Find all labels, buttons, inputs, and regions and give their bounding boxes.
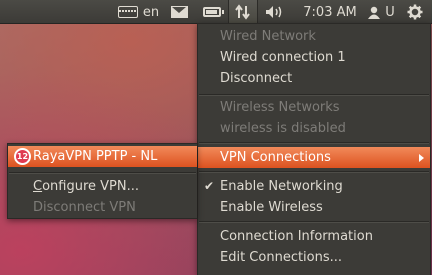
volume-icon[interactable] bbox=[262, 0, 288, 24]
mail-icon[interactable] bbox=[169, 0, 189, 24]
battery-icon[interactable] bbox=[200, 0, 224, 24]
wireless-networks-header: Wireless Networks bbox=[220, 100, 340, 115]
enable-networking-item[interactable]: ✔ Enable Networking bbox=[198, 176, 430, 197]
user-icon[interactable] bbox=[366, 0, 382, 24]
network-menu: Wired Network Wired connection 1 Disconn… bbox=[197, 23, 431, 275]
menu-separator bbox=[199, 171, 429, 173]
network-icon[interactable] bbox=[228, 0, 258, 24]
enable-wireless-item[interactable]: Enable Wireless bbox=[198, 197, 430, 218]
clock[interactable]: 7:03 AM bbox=[300, 0, 360, 24]
menu-separator bbox=[199, 221, 429, 223]
network-arrows-icon bbox=[235, 4, 250, 20]
edit-connections-item[interactable]: Edit Connections... bbox=[198, 247, 430, 268]
vpn-submenu: 12 RayaVPN PPTP - NL Configure VPN... Di… bbox=[7, 143, 197, 219]
connection-information-item[interactable]: Connection Information bbox=[198, 226, 430, 247]
gear-icon[interactable] bbox=[404, 0, 426, 24]
wireless-disabled-label: wireless is disabled bbox=[220, 121, 346, 136]
enable-networking-label: Enable Networking bbox=[220, 179, 343, 194]
vpn-connections-label: VPN Connections bbox=[220, 150, 331, 165]
configure-vpn-mnemonic: C bbox=[33, 179, 43, 194]
keyboard-icon[interactable] bbox=[117, 0, 139, 24]
disconnect-item[interactable]: Disconnect bbox=[198, 68, 430, 89]
user-name[interactable]: U bbox=[383, 0, 397, 24]
configure-vpn-label: onfigure VPN... bbox=[42, 179, 139, 194]
menu-separator bbox=[199, 94, 429, 96]
submenu-arrow-icon bbox=[419, 154, 424, 162]
wired-connection-item[interactable]: Wired connection 1 bbox=[198, 47, 430, 68]
vpn-connection-label: RayaVPN PPTP - NL bbox=[33, 149, 158, 164]
configure-vpn-item[interactable]: Configure VPN... bbox=[8, 176, 197, 197]
wired-network-header: Wired Network bbox=[220, 29, 316, 44]
checkmark-icon: ✔ bbox=[204, 179, 215, 193]
keyboard-layout-label[interactable]: en bbox=[141, 0, 161, 24]
top-panel: en 7:03 AM U bbox=[0, 0, 432, 24]
vpn-icon: 12 bbox=[14, 148, 31, 165]
menu-separator bbox=[199, 142, 429, 144]
disconnect-vpn-item: Disconnect VPN bbox=[33, 200, 136, 215]
menu-separator bbox=[9, 172, 196, 174]
vpn-connections-item[interactable]: VPN Connections bbox=[198, 147, 430, 168]
vpn-connection-item[interactable]: 12 RayaVPN PPTP - NL bbox=[8, 146, 197, 167]
